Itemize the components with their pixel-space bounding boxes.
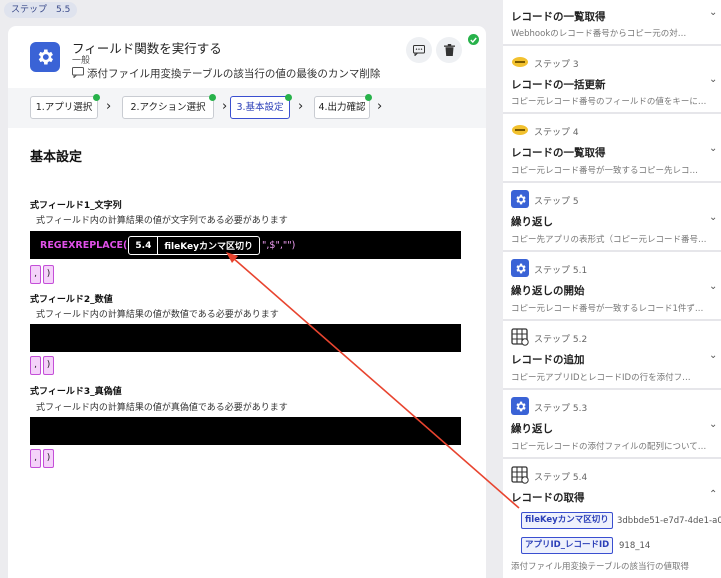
annotation-arrow [226,252,520,509]
